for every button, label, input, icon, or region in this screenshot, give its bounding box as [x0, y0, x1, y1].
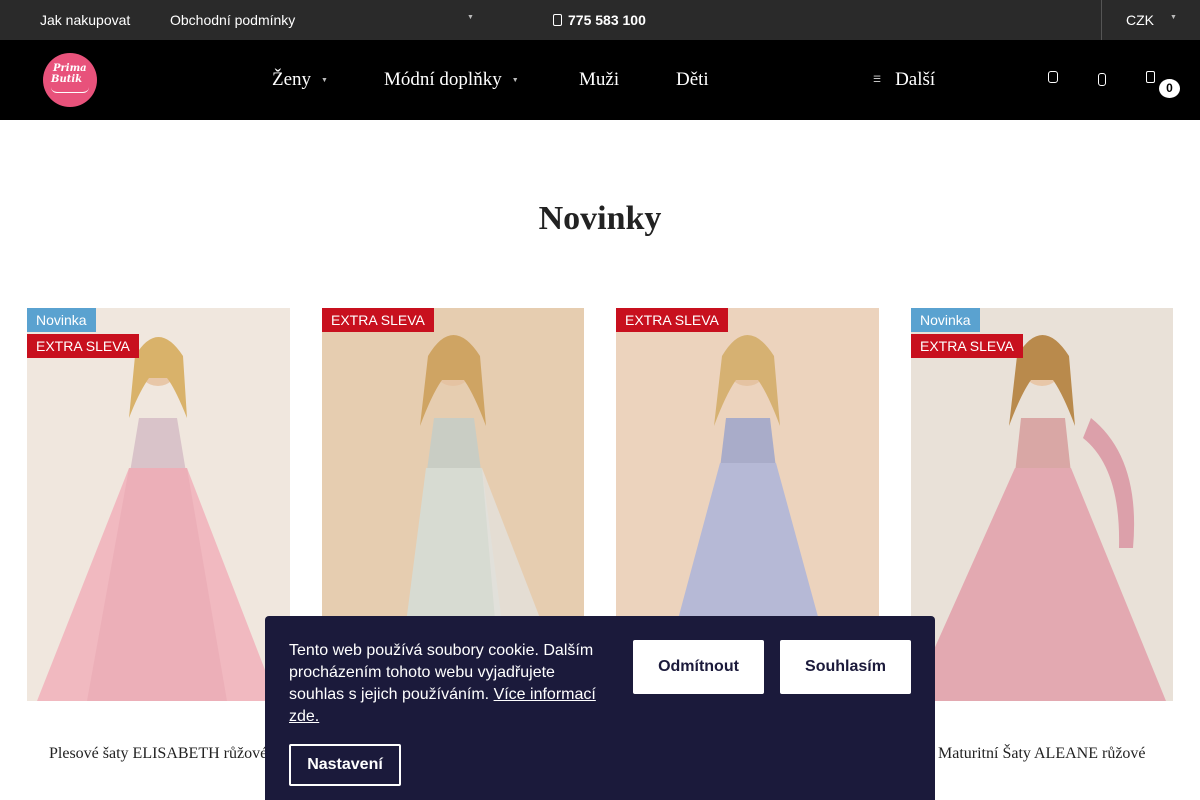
badge-new: Novinka	[27, 308, 96, 332]
chevron-down-icon: ▼	[511, 77, 519, 84]
currency-chevron-icon[interactable]: ▼	[1170, 14, 1177, 21]
cookie-text-block: Tento web používá soubory cookie. Dalším…	[289, 640, 609, 728]
badge-new: Novinka	[911, 308, 980, 332]
nav-item-label: Muži	[579, 69, 620, 90]
product-photo	[911, 308, 1173, 701]
cart-count-badge[interactable]: 0	[1159, 79, 1180, 98]
nav-item-label: Děti	[676, 69, 709, 90]
logo-text-line2: Butik	[51, 74, 83, 85]
badge-extra-sale: EXTRA SLEVA	[616, 308, 728, 332]
site-logo[interactable]: Prima Butik	[43, 53, 97, 107]
chevron-down-icon: ▼	[321, 77, 328, 84]
nav-item-accessories[interactable]: Módní doplňky ▼	[384, 69, 519, 91]
product-name[interactable]: Plesové šaty ELISABETH růžové	[49, 745, 267, 763]
cookie-settings-button[interactable]: Nastavení	[289, 744, 401, 786]
product-photo	[27, 308, 290, 701]
section-title: Novinky	[538, 200, 662, 237]
nav-item-label: Další	[895, 69, 936, 90]
phone-number: 775 583 100	[568, 12, 646, 28]
nav-item-men[interactable]: Muži	[579, 69, 619, 91]
nav-item-more[interactable]: ☰ Další	[873, 69, 935, 91]
product-card-image[interactable]: Novinka EXTRA SLEVA	[911, 308, 1173, 701]
more-links-chevron-icon[interactable]: ▼	[467, 14, 474, 21]
link-how-to-buy[interactable]: Jak nakupovat	[40, 12, 130, 28]
user-account-icon[interactable]	[1092, 68, 1114, 92]
nav-item-women[interactable]: Ženy ▼	[272, 69, 328, 91]
badge-extra-sale: EXTRA SLEVA	[27, 334, 139, 358]
badge-extra-sale: EXTRA SLEVA	[911, 334, 1023, 358]
accept-button[interactable]: Souhlasím	[780, 640, 911, 694]
menu-icon: ☰	[873, 74, 882, 84]
product-name[interactable]: Maturitní Šaty ALEANE růžové	[938, 745, 1146, 763]
nav-item-kids[interactable]: Děti	[676, 69, 709, 91]
phone-icon	[553, 14, 562, 26]
logo-swoosh-icon	[51, 87, 89, 93]
top-utility-bar: Jak nakupovat Obchodní podmínky ▼ 775 58…	[0, 0, 1200, 40]
badge-extra-sale: EXTRA SLEVA	[322, 308, 434, 332]
decline-button[interactable]: Odmítnout	[633, 640, 764, 694]
product-card-image[interactable]: Novinka EXTRA SLEVA	[27, 308, 290, 701]
cookie-consent-banner: Tento web používá soubory cookie. Dalším…	[265, 616, 935, 800]
search-icon[interactable]	[1043, 68, 1065, 92]
nav-item-label: Ženy	[272, 69, 312, 90]
topbar-divider	[1101, 0, 1102, 40]
currency-selector[interactable]: CZK	[1126, 12, 1154, 28]
phone-contact[interactable]: 775 583 100	[553, 12, 646, 28]
nav-item-label: Módní doplňky	[384, 69, 502, 90]
main-navigation: Prima Butik Ženy ▼ Módní doplňky ▼ Muži Dě…	[0, 40, 1200, 120]
link-terms[interactable]: Obchodní podmínky	[170, 12, 295, 28]
logo-text-line1: Prima	[53, 63, 87, 74]
